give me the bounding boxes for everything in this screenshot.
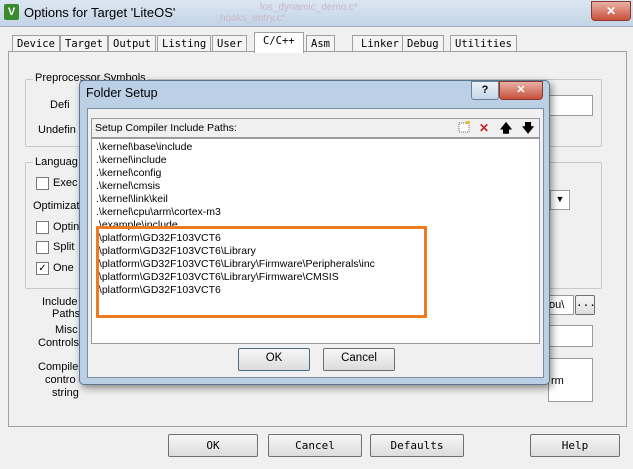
- list-header-label: Setup Compiler Include Paths:: [95, 122, 237, 134]
- include-paths-value: ou\: [549, 299, 565, 311]
- chevron-down-icon[interactable]: ▼: [550, 190, 570, 210]
- list-item[interactable]: .\kernel\cpu\arm\cortex-m3: [96, 206, 221, 218]
- help-button[interactable]: Help: [530, 434, 620, 457]
- optimize-checkbox[interactable]: [36, 221, 49, 234]
- compiler-string-value: rm: [551, 375, 564, 387]
- close-icon[interactable]: ✕: [499, 81, 543, 100]
- compiler-string-label: string: [52, 387, 79, 399]
- tab-asm[interactable]: Asm: [306, 35, 335, 52]
- compiler-label: Compile: [38, 361, 79, 373]
- folder-setup-dialog: Folder Setup ? ✕ Setup Compiler Include …: [79, 80, 550, 385]
- split-checkbox[interactable]: [36, 241, 49, 254]
- list-header: Setup Compiler Include Paths: ✕ 🡅 🡇: [91, 118, 540, 138]
- tab-linker[interactable]: Linker: [352, 35, 408, 52]
- split-label: Split: [53, 241, 75, 253]
- move-down-icon[interactable]: 🡇: [520, 120, 536, 136]
- highlight-box: [96, 226, 427, 318]
- cancel-button[interactable]: Cancel: [268, 434, 362, 457]
- misc-controls-input[interactable]: [548, 325, 593, 347]
- include-label: Include: [42, 296, 78, 308]
- title-bar[interactable]: V Options for Target 'LiteOS' los_dynami…: [0, 0, 633, 27]
- include-browse-button[interactable]: ...: [575, 295, 596, 315]
- language-label: Languag: [33, 156, 80, 168]
- misc-controls-label: Controls: [38, 337, 79, 349]
- list-item[interactable]: .\kernel\base\include: [96, 141, 192, 153]
- app-icon: V: [4, 4, 19, 20]
- compiler-control-label: contro: [45, 374, 76, 386]
- one-label: One: [53, 262, 74, 274]
- dialog-title[interactable]: Folder Setup: [86, 86, 158, 100]
- define-label: Defi: [50, 99, 70, 111]
- defaults-button[interactable]: Defaults: [370, 434, 464, 457]
- move-up-icon[interactable]: 🡅: [498, 120, 514, 136]
- tab-device[interactable]: Device: [12, 35, 60, 52]
- undefine-label: Undefin: [38, 124, 76, 136]
- window-title: Options for Target 'LiteOS': [24, 5, 176, 20]
- dialog-body: Setup Compiler Include Paths: ✕ 🡅 🡇 .\ke…: [87, 108, 544, 378]
- close-icon[interactable]: ✕: [591, 1, 631, 21]
- include-paths-list[interactable]: .\kernel\base\include .\kernel\include .…: [91, 138, 540, 344]
- tab-c-cpp[interactable]: C/C++: [254, 32, 304, 53]
- misc-label: Misc: [55, 324, 78, 336]
- execute-checkbox[interactable]: [36, 177, 49, 190]
- list-item[interactable]: .\kernel\cmsis: [96, 180, 160, 192]
- tab-output[interactable]: Output: [108, 35, 156, 52]
- dialog-cancel-button[interactable]: Cancel: [323, 348, 395, 371]
- tab-target[interactable]: Target: [60, 35, 108, 52]
- ok-button[interactable]: OK: [168, 434, 258, 457]
- new-folder-icon[interactable]: [456, 120, 472, 136]
- list-item[interactable]: .\kernel\link\keil: [96, 193, 168, 205]
- include-paths-label: Paths: [52, 308, 81, 320]
- dialog-ok-button[interactable]: OK: [238, 348, 310, 371]
- help-icon[interactable]: ?: [471, 81, 499, 100]
- one-checkbox[interactable]: ✓: [36, 262, 49, 275]
- compiler-control-string[interactable]: rm: [548, 358, 593, 402]
- background-text: hooks_entry.c*: [220, 13, 286, 24]
- delete-icon[interactable]: ✕: [476, 120, 492, 136]
- execute-label: Exec: [53, 177, 78, 189]
- define-input[interactable]: [547, 95, 593, 116]
- list-item[interactable]: .\kernel\config: [96, 167, 161, 179]
- tab-debug[interactable]: Debug: [402, 35, 444, 52]
- tab-utilities[interactable]: Utilities: [450, 35, 517, 52]
- list-item[interactable]: .\kernel\include: [96, 154, 167, 166]
- background-text: los_dynamic_demo.c*: [260, 2, 358, 13]
- include-paths-input[interactable]: ou\: [548, 295, 574, 315]
- optimization-label: Optimizati: [33, 200, 82, 212]
- optimize-label: Optin: [53, 221, 80, 233]
- tab-user[interactable]: User: [212, 35, 248, 52]
- tab-listing[interactable]: Listing: [157, 35, 212, 52]
